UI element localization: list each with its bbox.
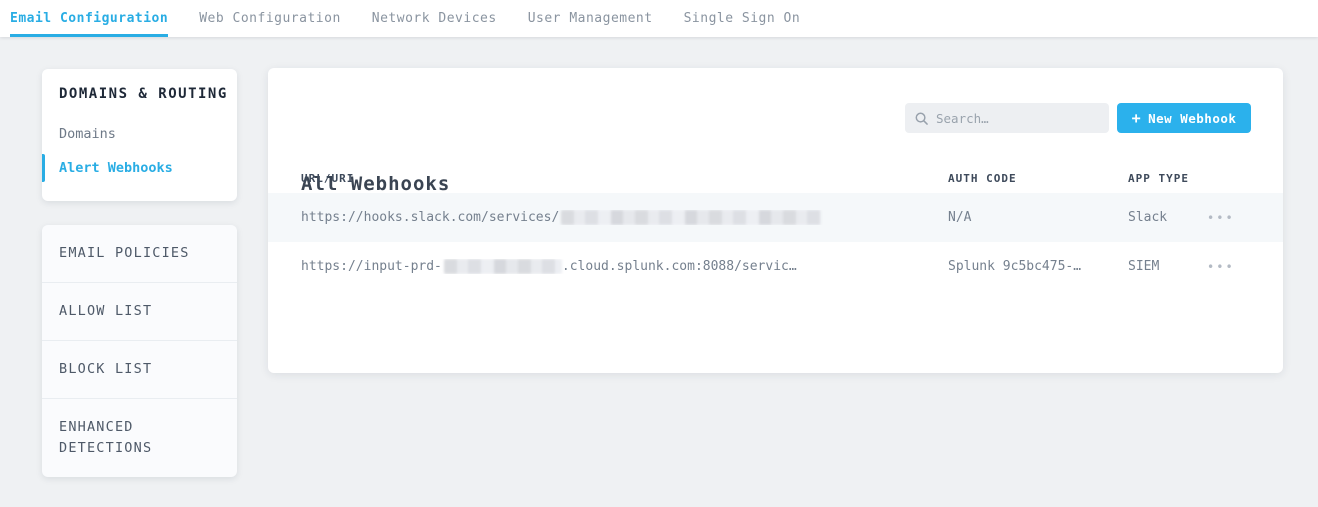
table-body: https://hooks.slack.com/services/ N/A Sl…	[268, 193, 1283, 291]
sidebar-item-domains[interactable]: Domains	[42, 121, 237, 147]
app-type-cell: SIEM	[1128, 259, 1207, 274]
row-actions-menu-icon[interactable]: •••	[1207, 211, 1235, 225]
row-actions-menu-icon[interactable]: •••	[1207, 260, 1235, 274]
tab-network-devices[interactable]: Network Devices	[372, 0, 497, 37]
sidebar-item-allow-list[interactable]: ALLOW LIST	[42, 283, 237, 341]
search-icon	[915, 112, 928, 125]
sidebar-domains-routing: DOMAINS & ROUTING Domains Alert Webhooks	[42, 69, 237, 201]
tab-single-sign-on[interactable]: Single Sign On	[684, 0, 801, 37]
column-header-url: URL/URI	[301, 172, 948, 185]
auth-code-cell: Splunk 9c5bc475-…	[948, 259, 1128, 274]
sidebar-sections: EMAIL POLICIES ALLOW LIST BLOCK LIST ENH…	[42, 225, 237, 477]
sidebar-item-block-list[interactable]: BLOCK LIST	[42, 341, 237, 399]
search-box	[905, 103, 1109, 133]
sidebar-item-label: Alert Webhooks	[59, 160, 173, 176]
table-row: https://input-prd- .cloud.splunk.com:8088…	[268, 242, 1283, 291]
auth-code-cell: N/A	[948, 210, 1128, 225]
column-header-app-type: APP TYPE	[1128, 172, 1207, 185]
url-cell: https://input-prd- .cloud.splunk.com:8088…	[301, 259, 948, 274]
sidebar-item-alert-webhooks[interactable]: Alert Webhooks	[42, 155, 237, 181]
tab-web-configuration[interactable]: Web Configuration	[199, 0, 341, 37]
redacted-url-segment	[444, 259, 562, 274]
new-webhook-button-label: New Webhook	[1148, 111, 1236, 126]
sidebar-item-email-policies[interactable]: EMAIL POLICIES	[42, 225, 237, 283]
active-indicator-bar	[42, 154, 45, 182]
table-row: https://hooks.slack.com/services/ N/A Sl…	[268, 193, 1283, 242]
webhooks-panel: All Webhooks + New Webhook URL/URI AUTH …	[268, 68, 1283, 373]
url-cell: https://hooks.slack.com/services/	[301, 210, 948, 225]
url-text: https://input-prd-	[301, 259, 442, 274]
table-header: URL/URI AUTH CODE APP TYPE	[268, 163, 1283, 193]
tab-user-management[interactable]: User Management	[528, 0, 653, 37]
sidebar-item-enhanced-detections[interactable]: ENHANCED DETECTIONS	[42, 399, 237, 477]
redacted-url-segment	[561, 210, 821, 225]
app-type-cell: Slack	[1128, 210, 1207, 225]
tab-email-configuration[interactable]: Email Configuration	[10, 0, 168, 37]
top-nav: Email Configuration Web Configuration Ne…	[0, 0, 1318, 37]
column-header-auth-code: AUTH CODE	[948, 172, 1128, 185]
url-text-suffix: .cloud.splunk.com:8088/servic…	[562, 259, 797, 274]
plus-icon: +	[1132, 111, 1142, 126]
search-input[interactable]	[936, 111, 1099, 126]
sidebar-heading-domains-routing: DOMAINS & ROUTING	[42, 86, 237, 102]
new-webhook-button[interactable]: + New Webhook	[1117, 103, 1251, 133]
url-text: https://hooks.slack.com/services/	[301, 210, 559, 225]
